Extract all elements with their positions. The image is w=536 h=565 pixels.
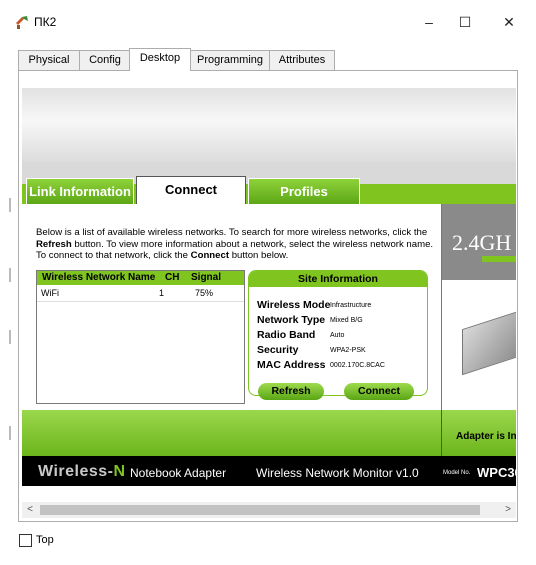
model-value: WPC30 xyxy=(477,465,516,480)
top-checkbox[interactable] xyxy=(19,534,32,547)
instructions-text: Below is a list of available wireless ne… xyxy=(36,227,438,262)
model-label: Model No. xyxy=(443,470,471,476)
wireless-mode-value: Infrastructure xyxy=(330,302,372,309)
radio-band-value: Auto xyxy=(330,332,345,339)
tab-desktop[interactable]: Desktop xyxy=(129,48,191,71)
tab-physical[interactable]: Physical xyxy=(18,50,80,70)
col-ch[interactable]: CH xyxy=(165,271,179,285)
status-divider xyxy=(441,410,442,456)
wireless-mode-label: Wireless Mode xyxy=(257,299,331,311)
col-signal[interactable]: Signal xyxy=(191,271,221,285)
mac-address-label: MAC Address xyxy=(257,359,326,371)
site-info-title: Site Information xyxy=(249,271,427,287)
tab-config[interactable]: Config xyxy=(79,50,131,70)
tab-programming[interactable]: Programming xyxy=(190,50,270,70)
app-version: Wireless Network Monitor v1.0 xyxy=(256,466,419,480)
tab-profiles[interactable]: Profiles xyxy=(248,178,360,205)
tab-attributes[interactable]: Attributes xyxy=(269,50,335,70)
pc-app-icon xyxy=(16,16,28,29)
security-label: Security xyxy=(257,344,299,356)
product-ad: 2.4GH xyxy=(441,204,516,410)
scroll-right-arrow[interactable]: > xyxy=(500,502,516,518)
row-signal: 75% xyxy=(195,288,214,298)
instructions-part: Below is a list of available wireless ne… xyxy=(36,227,428,238)
ad-accent-bar xyxy=(482,256,516,262)
maximize-button[interactable]: ☐ xyxy=(450,10,480,34)
scroll-thumb[interactable] xyxy=(40,505,480,515)
radio-band-label: Radio Band xyxy=(257,329,316,341)
wireless-monitor-app: Link Information Connect Profiles Below … xyxy=(22,80,516,490)
tab-strip: Physical Config Desktop Programming Attr… xyxy=(18,48,518,71)
header-banner xyxy=(22,88,516,162)
security-value: WPA2-PSK xyxy=(330,347,366,354)
row-ch: 1 xyxy=(159,288,165,298)
adapter-card-image xyxy=(462,310,516,376)
edge-mark xyxy=(9,426,11,440)
scroll-left-arrow[interactable]: < xyxy=(22,502,38,518)
brand-prefix: Wireless- xyxy=(38,463,114,480)
table-row[interactable]: WiFi 1 75% xyxy=(37,287,244,301)
instructions-connect: Connect xyxy=(190,250,230,261)
close-button[interactable]: ✕ xyxy=(494,10,524,34)
minimize-button[interactable]: – xyxy=(414,10,444,34)
network-table: Wireless Network Name CH Signal WiFi 1 7… xyxy=(36,270,245,404)
product-name: Notebook Adapter xyxy=(130,466,227,480)
brand-logo: Wireless-N xyxy=(38,463,126,481)
tab-link-information[interactable]: Link Information xyxy=(26,178,134,205)
table-header: Wireless Network Name CH Signal xyxy=(37,271,244,285)
brand-n: N xyxy=(113,463,126,480)
row-network-name: WiFi xyxy=(41,288,59,298)
network-type-label: Network Type xyxy=(257,314,326,326)
tab-connect[interactable]: Connect xyxy=(136,176,246,207)
col-network-name[interactable]: Wireless Network Name xyxy=(42,271,155,285)
site-information-panel: Site Information Wireless Mode Infrastru… xyxy=(248,270,428,396)
top-label: Top xyxy=(36,534,54,546)
title-bar: ПК2 – ☐ ✕ xyxy=(0,0,536,42)
row-divider xyxy=(37,301,244,302)
network-type-value: Mixed B/G xyxy=(330,317,363,324)
horizontal-scrollbar[interactable]: < > xyxy=(22,502,516,518)
ad-band-text: 2.4GH xyxy=(452,230,512,255)
edge-mark xyxy=(9,268,11,282)
adapter-status: Adapter is In xyxy=(456,431,516,442)
connect-button[interactable]: Connect xyxy=(344,383,414,400)
instructions-refresh: Refresh xyxy=(36,238,72,250)
edge-mark xyxy=(9,330,11,344)
instructions-part: button below. xyxy=(229,250,289,261)
refresh-button[interactable]: Refresh xyxy=(258,383,324,400)
window-title: ПК2 xyxy=(34,15,57,29)
mac-address-value: 0002.170C.8CAC xyxy=(330,362,385,369)
edge-mark xyxy=(9,198,11,212)
